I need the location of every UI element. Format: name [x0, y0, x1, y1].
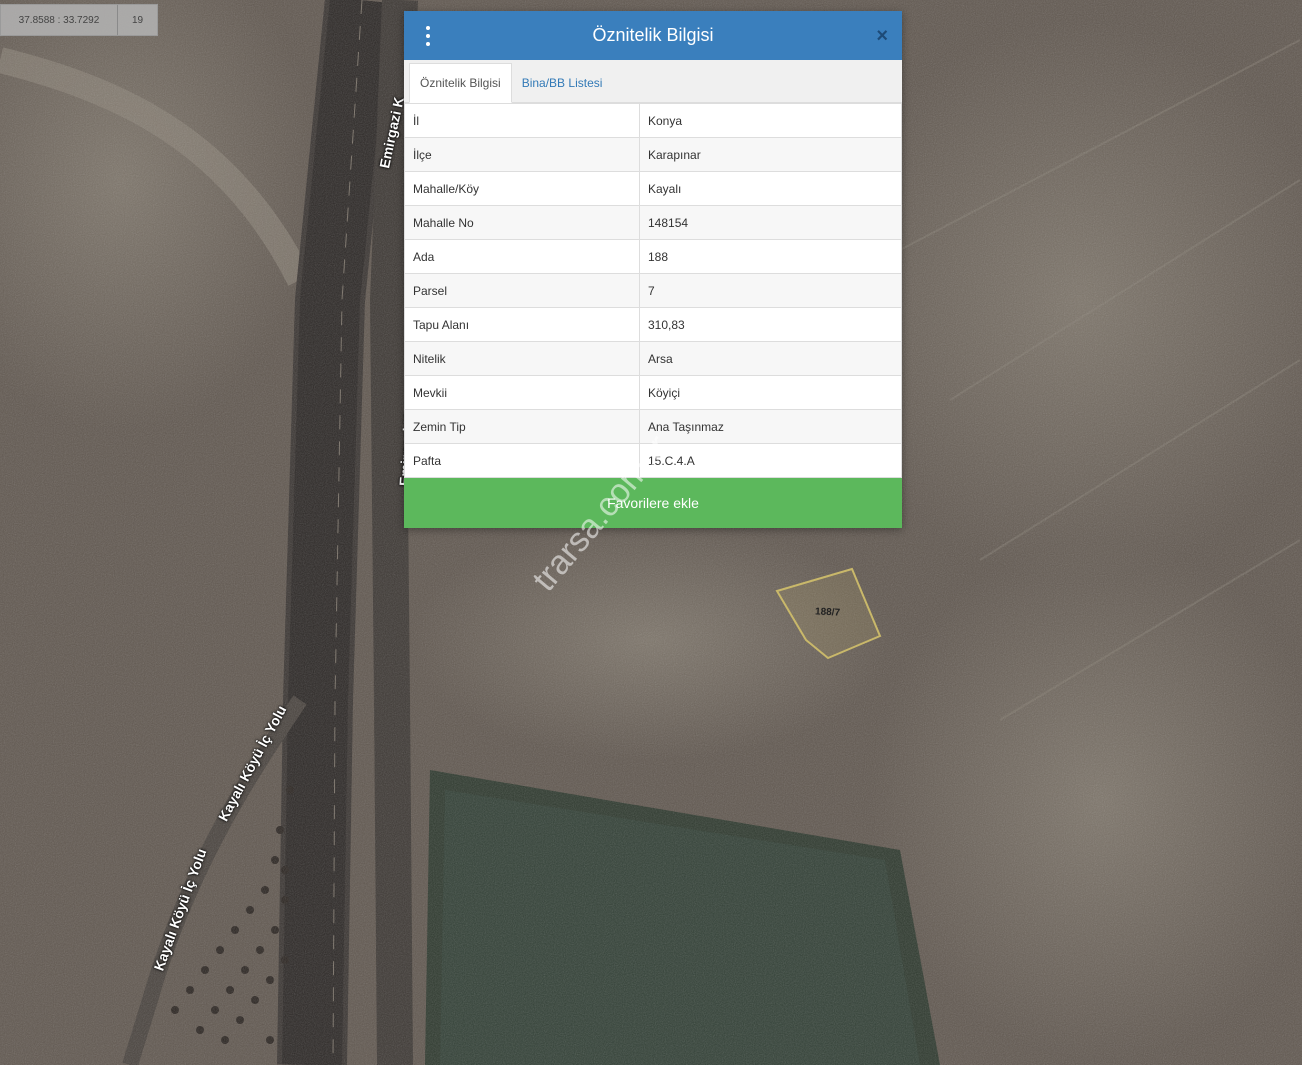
- attribute-key: İl: [404, 103, 640, 138]
- attribute-value: 148154: [639, 205, 902, 240]
- attribute-value: Ana Taşınmaz: [639, 409, 902, 444]
- tab-building-list[interactable]: Bina/BB Listesi: [512, 64, 613, 102]
- attribute-value: 7: [639, 273, 902, 308]
- attribute-key: İlçe: [404, 137, 640, 172]
- zoom-level: 19: [131, 14, 144, 26]
- attribute-key: Zemin Tip: [404, 409, 640, 444]
- attribute-value: Köyiçi: [639, 375, 902, 410]
- dialog-title: Öznitelik Bilgisi: [592, 25, 714, 45]
- table-row: Nitelik Arsa: [404, 341, 902, 376]
- table-row: Parsel 7: [404, 273, 902, 308]
- attribute-key: Nitelik: [404, 341, 640, 376]
- attribute-key: Mevkii: [404, 375, 640, 410]
- table-row: Mevkii Köyiçi: [404, 375, 902, 410]
- attribute-value: 188: [639, 239, 902, 274]
- attribute-value: Karapınar: [639, 137, 902, 172]
- attribute-key: Ada: [404, 239, 640, 274]
- table-row: Mahalle No 148154: [404, 205, 902, 240]
- attribute-key: Tapu Alanı: [404, 307, 640, 342]
- attribute-key: Parsel: [404, 273, 640, 308]
- attribute-value: 310,83: [639, 307, 902, 342]
- attribute-value: Kayalı: [639, 171, 902, 206]
- attribute-value: Arsa: [639, 341, 902, 376]
- attribute-key: Mahalle/Köy: [404, 171, 640, 206]
- coordinates-readout: 37.8588 : 33.7292: [1, 5, 118, 35]
- attribute-value: Konya: [639, 103, 902, 138]
- attribute-table: İl Konya İlçe Karapınar Mahalle/Köy Kayalı Mah…: [404, 103, 902, 478]
- table-row: İl Konya: [404, 103, 902, 138]
- attribute-value: 15.C.4.A: [639, 443, 902, 478]
- close-icon[interactable]: ×: [876, 25, 888, 48]
- table-row: Tapu Alanı 310,83: [404, 307, 902, 342]
- parcel-label: 188/7: [814, 606, 841, 619]
- coordinate-display: 37.8588 : 33.7292 19: [0, 4, 158, 36]
- table-row: Zemin Tip Ana Taşınmaz: [404, 409, 902, 444]
- attribute-info-dialog: Öznitelik Bilgisi × Öznitelik Bilgisi Bi…: [404, 11, 902, 528]
- table-row: Mahalle/Köy Kayalı: [404, 171, 902, 206]
- table-row: İlçe Karapınar: [404, 137, 902, 172]
- add-to-favorites-button[interactable]: Favorilere ekle: [404, 478, 902, 528]
- table-row: Pafta 15.C.4.A: [404, 443, 902, 478]
- attribute-key: Mahalle No: [404, 205, 640, 240]
- dialog-header: Öznitelik Bilgisi ×: [404, 11, 902, 60]
- vertical-dots-icon[interactable]: [424, 26, 432, 46]
- tab-bar: Öznitelik Bilgisi Bina/BB Listesi: [404, 60, 902, 103]
- attribute-key: Pafta: [404, 443, 640, 478]
- table-row: Ada 188: [404, 239, 902, 274]
- tab-attribute-info[interactable]: Öznitelik Bilgisi: [409, 63, 512, 103]
